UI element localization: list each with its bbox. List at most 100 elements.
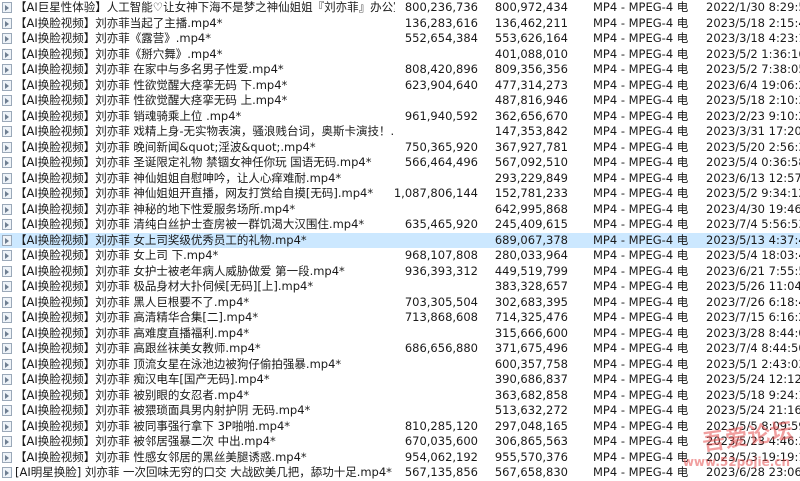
- file-type: MP4 - MPEG-4 电影文件: [593, 62, 688, 76]
- file-type: MP4 - MPEG-4 电影文件: [593, 263, 688, 278]
- video-file-icon: [2, 389, 12, 401]
- file-actual-size: 371,675,496: [494, 341, 568, 355]
- file-row[interactable]: 【AI换脸视频】刘亦菲 戏精上身-无实物表演，骚浪贱台词，奥斯卡演技！.mp4*…: [0, 124, 800, 140]
- file-row[interactable]: 【AI换脸视频】刘亦菲《掰穴舞》.mp4* 401,088,010 MP4 - MP…: [0, 47, 800, 63]
- video-file-icon: [2, 343, 12, 354]
- file-actual-size: 689,067,378: [494, 232, 568, 247]
- file-modified-date: 2023/5/5 8:09:59: [706, 418, 800, 433]
- file-row[interactable]: 【AI换脸视频】刘亦菲 性感女邻居的黑丝美腿诱惑.mp4* 954,062,192…: [0, 450, 800, 466]
- file-name: 【AI换脸视频】刘亦菲 圣诞限定礼物 禁锢女神任你玩 国语无码.mp4*: [15, 155, 372, 169]
- file-row[interactable]: 【AI换脸视频】刘亦菲 女护士被老年病人威胁做爱 第一段.mp4* 936,393…: [0, 264, 800, 280]
- file-row[interactable]: 【AI换脸视频】刘亦菲 被猥琐面具男内射护阴 无码.mp4* 513,632,27…: [0, 403, 800, 419]
- file-row[interactable]: 【AI换脸视频】刘亦菲 神仙姐姐自慰呻吟，让人心痒难耐.mp4* 293,229,…: [0, 171, 800, 187]
- file-row[interactable]: 【AI换脸视频】刘亦菲 性欲觉醒大痉挛无码 上.mp4* 487,816,946 M…: [0, 93, 800, 109]
- file-actual-size: 714,325,476: [494, 310, 568, 324]
- file-row[interactable]: 【AI换脸视频】刘亦菲 女上司奖级优秀员工的礼物.mp4* 689,067,378…: [0, 232, 800, 248]
- file-type: MP4 - MPEG-4 电影文件: [593, 356, 688, 371]
- file-row[interactable]: 【AI换脸视频】刘亦菲 顶流女星在泳池边被狗仔偷拍强暴.mp4* 600,357,…: [0, 357, 800, 373]
- video-file-icon: [2, 436, 12, 447]
- file-actual-size: 449,519,799: [494, 263, 568, 278]
- video-file-icon: [2, 374, 12, 385]
- file-row[interactable]: 【AI换脸视频】刘亦菲 神仙姐姐开直播，网友打赏给自摸[无码].mp4* 1,08…: [0, 186, 800, 202]
- file-modified-date: 2023/7/15 6:16:28: [706, 310, 800, 324]
- file-modified-date: 2023/5/4 18:03:40: [706, 248, 800, 262]
- file-name: 【AI换脸视频】刘亦菲 高清精华合集[二].mp4*: [15, 310, 259, 324]
- file-modified-date: 2023/5/18 9:24:10: [706, 387, 800, 402]
- video-file-icon: [2, 141, 12, 153]
- file-name: 【AI换脸视频】刘亦菲 极品身材大扑伺候[无码][上].mp4*: [15, 279, 314, 293]
- file-name: 【AI换脸视频】刘亦菲 在家中与多名男子性爱.mp4*: [15, 62, 284, 76]
- file-row[interactable]: 【AI换脸视频】刘亦菲 黑人巨根要不了.mp4* 703,305,504 302,6…: [0, 295, 800, 311]
- file-row[interactable]: [AI明星换脸] 刘亦菲 一次回味无穷的口交 大战欧美几把，舔功十足.mp4* 5…: [0, 465, 800, 481]
- file-actual-size: 363,682,858: [494, 387, 568, 402]
- file-actual-size: 306,865,563: [494, 434, 568, 448]
- file-list: 【AI巨星性体验】人工智能♡让女神下海不是梦之神仙姐姐『刘亦菲』办公室偷情 高跟…: [0, 0, 800, 481]
- file-row[interactable]: 【AI换脸视频】刘亦菲 女上司 下.mp4* 968,107,808 280,033…: [0, 248, 800, 264]
- file-row[interactable]: 【AI换脸视频】刘亦菲 清纯白丝护士查房被一群饥渴大汉围住.mp4* 635,46…: [0, 217, 800, 233]
- file-row[interactable]: 【AI换脸视频】刘亦菲 销魂骑乘上位 .mp4* 961,940,592 362,6…: [0, 109, 800, 125]
- file-name: 【AI换脸视频】刘亦菲 性欲觉醒大痉挛无码 下.mp4*: [15, 77, 288, 92]
- file-actual-size: 302,683,395: [494, 294, 568, 309]
- file-name: 【AI换脸视频】刘亦菲 神仙姐姐开直播，网友打赏给自摸[无码].mp4*: [15, 186, 374, 200]
- video-file-icon: [2, 172, 12, 184]
- file-row[interactable]: 【AI换脸视频】刘亦菲 被邻居强暴二次 中出.mp4* 670,035,600 30…: [0, 434, 800, 450]
- file-name: 【AI换脸视频】刘亦菲 清纯白丝护士查房被一群饥渴大汉围住.mp4*: [15, 217, 365, 231]
- file-modified-date: 2023/4/30 19:46:23: [706, 201, 800, 216]
- file-name: 【AI换脸视频】刘亦菲 被邻居强暴二次 中出.mp4*: [15, 434, 276, 448]
- file-row[interactable]: 【AI换脸视频】刘亦菲 圣诞限定礼物 禁锢女神任你玩 国语无码.mp4* 566,…: [0, 155, 800, 171]
- file-name: 【AI换脸视频】刘亦菲 晚间新闻&quot;淫波&quot;.mp4*: [15, 139, 316, 154]
- file-row[interactable]: 【AI巨星性体验】人工智能♡让女神下海不是梦之神仙姐姐『刘亦菲』办公室偷情 高跟…: [0, 0, 800, 16]
- file-modified-date: 2023/5/20 2:56:33: [706, 139, 800, 154]
- video-file-icon: [2, 234, 12, 246]
- file-name: 【AI换脸视频】刘亦菲 性感女邻居的黑丝美腿诱惑.mp4*: [15, 449, 307, 464]
- file-name: 【AI换脸视频】刘亦菲 高难度直播福利.mp4*: [15, 325, 250, 340]
- video-file-icon: [2, 126, 12, 137]
- file-size: 567,135,856: [404, 465, 478, 479]
- file-size: 808,420,896: [404, 62, 478, 76]
- file-row[interactable]: 【AI换脸视频】刘亦菲 晚间新闻&quot;淫波&quot;.mp4* 750,3…: [0, 140, 800, 156]
- file-row[interactable]: 【AI换脸视频】刘亦菲 高跟丝袜美女教师.mp4* 686,656,880 371,…: [0, 341, 800, 357]
- file-size: 1,087,806,144: [393, 186, 478, 200]
- file-row[interactable]: 【AI换脸视频】刘亦菲《露营》.mp4* 552,654,384 553,626,1…: [0, 31, 800, 47]
- file-modified-date: 2023/6/13 12:57:10: [706, 170, 800, 185]
- file-row[interactable]: 【AI换脸视频】刘亦菲 高清精华合集[二].mp4* 713,868,608 714…: [0, 310, 800, 326]
- video-file-icon: [2, 451, 12, 463]
- file-type: MP4 - MPEG-4 电影文件: [593, 403, 688, 417]
- file-row[interactable]: 【AI换脸视频】刘亦菲 极品身材大扑伺候[无码][上].mp4* 383,328,…: [0, 279, 800, 295]
- file-row[interactable]: 【AI换脸视频】刘亦菲 在家中与多名男子性爱.mp4* 808,420,896 80…: [0, 62, 800, 78]
- file-modified-date: 2023/5/18 2:10:32: [706, 93, 800, 107]
- file-row[interactable]: 【AI换脸视频】刘亦菲 神秘的地下性爱服务场所.mp4* 642,995,868 M…: [0, 202, 800, 218]
- file-row[interactable]: 【AI换脸视频】刘亦菲 被同事强行拿下 3P啪啪.mp4* 810,285,120…: [0, 419, 800, 435]
- file-name: 【AI换脸视频】刘亦菲 女护士被老年病人威胁做爱 第一段.mp4*: [15, 263, 345, 278]
- file-type: MP4 - MPEG-4 电影文件: [593, 387, 688, 402]
- file-type: MP4 - MPEG-4 电影文件: [593, 0, 688, 14]
- video-file-icon: [2, 33, 12, 44]
- file-modified-date: 2023/5/1 2:43:03: [706, 356, 800, 371]
- file-size: 954,062,192: [404, 449, 478, 464]
- file-modified-date: 2023/3/18 4:23:18: [706, 31, 800, 45]
- file-actual-size: 362,656,670: [494, 108, 568, 123]
- file-modified-date: 2023/6/4 19:06:26: [706, 77, 800, 92]
- file-actual-size: 567,658,830: [494, 465, 568, 479]
- video-file-icon: [2, 420, 12, 432]
- file-row[interactable]: 【AI换脸视频】刘亦菲 被别眼的女忍者.mp4* 363,682,858 MP4 -…: [0, 388, 800, 404]
- video-file-icon: [2, 188, 12, 199]
- file-modified-date: 2023/2/23 9:10:24: [706, 108, 800, 123]
- file-row[interactable]: 【AI换脸视频】刘亦菲 高难度直播福利.mp4* 315,666,600 MP4 -…: [0, 326, 800, 342]
- file-name: 【AI换脸视频】刘亦菲 女上司奖级优秀员工的礼物.mp4*: [15, 232, 307, 247]
- file-row[interactable]: 【AI换脸视频】刘亦菲当起了主播.mp4* 136,283,616 136,462,…: [0, 16, 800, 32]
- video-file-icon: [2, 265, 12, 277]
- video-file-icon: [2, 312, 12, 323]
- video-file-icon: [2, 64, 12, 75]
- file-row[interactable]: 【AI换脸视频】刘亦菲 性欲觉醒大痉挛无码 下.mp4* 623,904,640 4…: [0, 78, 800, 94]
- file-type: MP4 - MPEG-4 电影文件: [593, 232, 688, 247]
- video-file-icon: [2, 95, 12, 106]
- file-row[interactable]: 【AI换脸视频】刘亦菲 痴汉电车[国产无码].mp4* 390,686,837 MP…: [0, 372, 800, 388]
- file-modified-date: 2023/5/2 1:36:16: [706, 46, 800, 61]
- video-file-icon: [2, 203, 12, 215]
- file-actual-size: 280,033,964: [494, 248, 568, 262]
- video-file-icon: [2, 281, 12, 292]
- file-modified-date: 2023/5/26 11:04:42: [706, 279, 800, 293]
- file-type: MP4 - MPEG-4 电影文件: [593, 418, 688, 433]
- file-size: 623,904,640: [404, 77, 478, 92]
